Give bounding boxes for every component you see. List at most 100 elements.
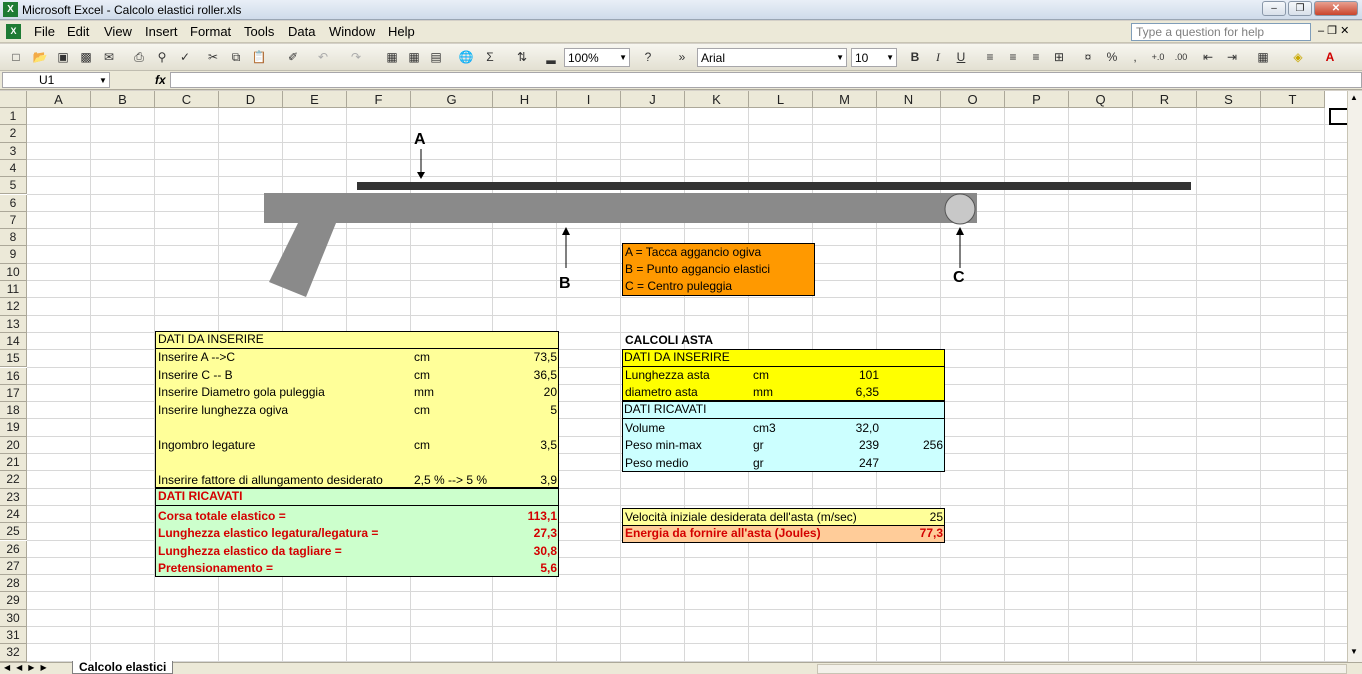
paste-icon[interactable]: 📋: [251, 49, 267, 65]
zoom-select[interactable]: 100% ▼: [564, 48, 630, 67]
asta-input-value[interactable]: 6,35: [815, 384, 879, 401]
border-icon[interactable]: ▦: [384, 49, 400, 65]
input-value[interactable]: 36,5: [496, 367, 557, 384]
increase-decimal-icon[interactable]: +.0: [1150, 49, 1166, 65]
format-painter-icon[interactable]: ✐: [285, 49, 301, 65]
formula-input[interactable]: [170, 72, 1362, 88]
toolbar-options-icon[interactable]: »: [674, 49, 690, 65]
energy-value: 77,3: [919, 526, 943, 540]
sheet-tab-calcolo[interactable]: Calcolo elastici: [72, 661, 174, 674]
save-icon[interactable]: ▣: [55, 49, 71, 65]
input-value[interactable]: 3,5: [496, 437, 557, 454]
sort-icon[interactable]: ⇅: [514, 49, 530, 65]
percent-icon[interactable]: %: [1104, 49, 1120, 65]
list-icon[interactable]: ▤: [428, 49, 444, 65]
speed-energy-box: Velocità iniziale desiderata dell'asta (…: [622, 508, 945, 543]
name-box[interactable]: U1 ▼: [2, 72, 110, 88]
input-label: Inserire fattore di allungamento desider…: [158, 473, 383, 487]
right-header: DATI DA INSERIRE: [624, 350, 730, 364]
derived-value: 5,6: [540, 561, 557, 575]
input-value[interactable]: 20: [496, 384, 557, 401]
asta-input-value[interactable]: 101: [815, 367, 879, 384]
print-preview-icon[interactable]: ⚲: [154, 49, 170, 65]
help-search-input[interactable]: Type a question for help: [1131, 23, 1311, 41]
function-icon[interactable]: fx: [155, 73, 166, 87]
toolbar: □ 📂 ▣ ▩ ✉ ⎙ ⚲ ✓ ✂ ⧉ 📋 ✐ ↶ ↷ ▦ ▦ ▤ 🌐 Σ ⇅ …: [0, 44, 1362, 71]
increase-indent-icon[interactable]: ⇥: [1224, 49, 1240, 65]
right-title: CALCOLI ASTA: [625, 333, 713, 347]
maximize-button[interactable]: ❐: [1288, 1, 1312, 16]
vertical-scrollbar[interactable]: ▲ ▼: [1347, 91, 1362, 662]
input-label: Inserire C -- B: [158, 368, 233, 382]
fill-color-icon[interactable]: ◈: [1290, 49, 1306, 65]
redo-icon[interactable]: ↷: [348, 49, 364, 65]
menu-edit[interactable]: Edit: [67, 24, 89, 39]
bold-icon[interactable]: B: [907, 49, 923, 65]
input-unit: cm: [414, 403, 430, 417]
font-select[interactable]: Arial ▼: [697, 48, 847, 67]
borders-icon[interactable]: ▦: [1255, 49, 1271, 65]
derived-label: Lunghezza elastico da tagliare =: [158, 544, 342, 558]
tab-nav-icon[interactable]: ◀◀▶▶: [4, 663, 53, 672]
align-left-icon[interactable]: ≡: [982, 49, 998, 65]
chart-wizard-icon[interactable]: ▂: [543, 49, 559, 65]
derived-label: Corsa totale elastico =: [158, 509, 286, 523]
legend-item: B = Punto aggancio elastici: [625, 262, 771, 276]
email-icon[interactable]: ✉: [101, 49, 117, 65]
font-size-select[interactable]: 10 ▼: [851, 48, 897, 67]
speed-value[interactable]: 25: [882, 509, 943, 526]
derived-value: 27,3: [533, 526, 557, 540]
input-label: Inserire A -->C: [158, 350, 236, 364]
currency-icon[interactable]: ¤: [1080, 49, 1096, 65]
scroll-up-icon[interactable]: ▲: [1350, 93, 1358, 102]
pulley-circle: [944, 193, 976, 225]
align-right-icon[interactable]: ≡: [1028, 49, 1044, 65]
menu-data[interactable]: Data: [288, 24, 315, 39]
input-label: Ingombro legature: [158, 438, 256, 452]
close-button[interactable]: ✕: [1314, 1, 1358, 16]
worksheet-grid[interactable]: ABCDEFGHIJKLMNOPQRST 1 2 3 4 5 6 7 8 9 10 11 12 13 14…: [0, 91, 1347, 662]
cut-icon[interactable]: ✂: [205, 49, 221, 65]
input-value[interactable]: 3,9: [496, 472, 557, 489]
new-icon[interactable]: □: [8, 49, 24, 65]
workbook-icon[interactable]: X: [6, 24, 21, 39]
copy-icon[interactable]: ⧉: [228, 49, 244, 65]
menu-tools[interactable]: Tools: [244, 24, 274, 39]
spelling-icon[interactable]: ✓: [177, 49, 193, 65]
decrease-indent-icon[interactable]: ⇤: [1200, 49, 1216, 65]
font-color-icon[interactable]: A: [1322, 49, 1338, 65]
align-center-icon[interactable]: ≡: [1005, 49, 1021, 65]
horizontal-scrollbar[interactable]: [817, 664, 1347, 674]
menu-window[interactable]: Window: [329, 24, 375, 39]
menu-insert[interactable]: Insert: [145, 24, 178, 39]
scroll-down-icon[interactable]: ▼: [1350, 647, 1358, 656]
right-derived-header: DATI RICAVATI: [624, 402, 707, 416]
help-icon[interactable]: ?: [640, 49, 656, 65]
asta-derived-unit: gr: [753, 438, 764, 452]
autosum-icon[interactable]: Σ: [482, 49, 498, 65]
menu-file[interactable]: File: [34, 24, 55, 39]
excel-logo-icon: X: [3, 2, 18, 17]
input-value[interactable]: 73,5: [496, 349, 557, 366]
merge-center-icon[interactable]: ⊞: [1051, 49, 1067, 65]
undo-icon[interactable]: ↶: [315, 49, 331, 65]
menu-view[interactable]: View: [104, 24, 132, 39]
formula-bar: U1 ▼ fx: [0, 71, 1362, 90]
doc-window-controls[interactable]: – ❐ ✕: [1318, 24, 1349, 37]
open-icon[interactable]: 📂: [32, 49, 48, 65]
table-icon[interactable]: ▦: [406, 49, 422, 65]
permission-icon[interactable]: ▩: [78, 49, 94, 65]
underline-icon[interactable]: U: [953, 49, 969, 65]
hyperlink-icon[interactable]: 🌐: [458, 49, 474, 65]
comma-style-icon[interactable]: ,: [1127, 49, 1143, 65]
italic-icon[interactable]: I: [930, 49, 946, 65]
menu-help[interactable]: Help: [388, 24, 415, 39]
minimize-button[interactable]: –: [1262, 1, 1286, 16]
decrease-decimal-icon[interactable]: .00: [1173, 49, 1189, 65]
input-unit: mm: [414, 385, 434, 399]
asta-input-label: Lunghezza asta: [625, 368, 710, 382]
input-value[interactable]: 5: [496, 402, 557, 419]
left-derived-header-row: DATI RICAVATI: [155, 488, 559, 506]
print-icon[interactable]: ⎙: [131, 49, 147, 65]
menu-format[interactable]: Format: [190, 24, 231, 39]
